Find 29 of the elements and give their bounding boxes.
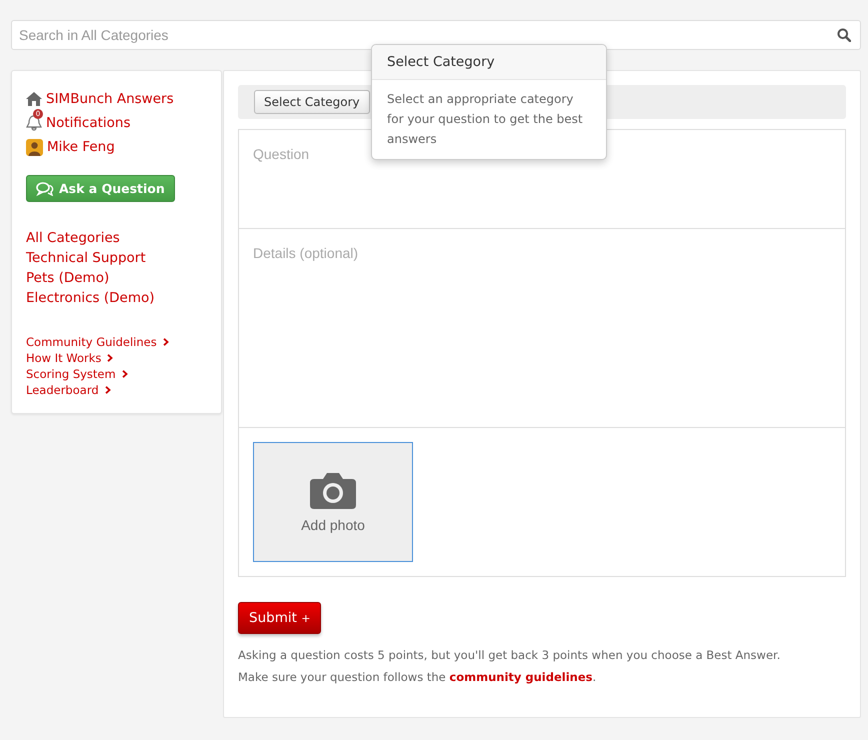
search-field[interactable]: Search in All Categories bbox=[11, 20, 861, 50]
guidelines-link[interactable]: community guidelines bbox=[449, 670, 592, 684]
popover-title: Select Category bbox=[372, 45, 606, 80]
select-category-button[interactable]: Select Category bbox=[254, 90, 370, 114]
points-note: Asking a question costs 5 points, but you'll get back 3 points when you choose a Best Answer. bbox=[238, 648, 782, 662]
ask-question-button[interactable]: Ask a Question bbox=[26, 175, 175, 202]
category-link[interactable]: Electronics (Demo) bbox=[26, 288, 207, 308]
info-link[interactable]: Scoring System bbox=[26, 366, 116, 382]
category-link[interactable]: All Categories bbox=[26, 228, 207, 248]
nav-link[interactable]: Mike Feng bbox=[47, 139, 115, 155]
category-link[interactable]: Pets (Demo) bbox=[26, 268, 207, 288]
details-field[interactable]: Details (optional) bbox=[238, 229, 846, 428]
chevron-right-icon bbox=[104, 386, 111, 394]
guidelines-note: Make sure your question follows the community guidelines. bbox=[238, 670, 598, 684]
nav-link[interactable]: SIMBunch Answers bbox=[46, 91, 174, 107]
chevron-right-icon bbox=[162, 338, 169, 346]
info-link[interactable]: Community Guidelines bbox=[26, 334, 157, 350]
category-link[interactable]: Technical Support bbox=[26, 248, 207, 268]
add-photo-button[interactable]: Add photo bbox=[253, 442, 413, 562]
info-link[interactable]: Leaderboard bbox=[26, 382, 99, 398]
submit-button[interactable]: Submit + bbox=[238, 602, 322, 634]
chat-icon bbox=[36, 182, 54, 196]
camera-icon bbox=[310, 471, 356, 509]
bell-icon bbox=[26, 114, 42, 132]
info-link[interactable]: How It Works bbox=[26, 350, 102, 366]
search-icon[interactable] bbox=[837, 28, 851, 42]
avatar-icon bbox=[26, 138, 43, 156]
nav-link[interactable]: Notifications bbox=[46, 115, 130, 131]
home-icon bbox=[26, 92, 42, 106]
